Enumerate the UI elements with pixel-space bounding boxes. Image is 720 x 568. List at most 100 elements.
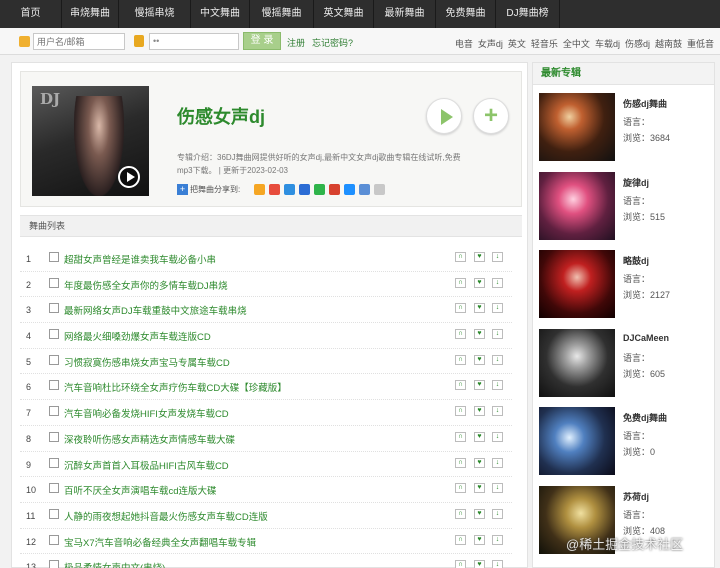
tag-link[interactable]: 轻音乐 xyxy=(531,37,558,50)
listen-icon[interactable]: ∩ xyxy=(455,431,466,442)
tag-link[interactable]: 越南鼓 xyxy=(655,37,682,50)
play-all-button[interactable] xyxy=(426,98,462,134)
nav-item-medley[interactable]: 串烧舞曲 xyxy=(62,0,119,28)
album-item-title[interactable]: 旋律dj xyxy=(623,176,649,189)
latest-album-item[interactable]: 略鼓dj 语言： 浏览：2127 xyxy=(539,250,715,322)
download-icon[interactable]: ↓ xyxy=(492,406,503,417)
tag-link[interactable]: 车载dj xyxy=(595,37,620,50)
song-title-link[interactable]: 汽车音响必备发烧HIFI女声发烧车载CD xyxy=(64,406,229,420)
download-icon[interactable]: ↓ xyxy=(492,560,503,568)
share-site-icon[interactable] xyxy=(344,184,356,195)
password-input[interactable]: •• xyxy=(149,33,239,50)
album-item-title[interactable]: 伤感dj舞曲 xyxy=(623,97,667,110)
album-cover[interactable]: DJ xyxy=(32,86,149,196)
latest-album-item[interactable]: 伤感dj舞曲 语言： 浏览：3684 xyxy=(539,93,715,165)
album-thumbnail[interactable] xyxy=(539,328,615,397)
song-checkbox[interactable] xyxy=(49,483,59,494)
add-button[interactable]: + xyxy=(473,98,509,134)
favorite-icon[interactable]: ♥ xyxy=(474,534,485,545)
song-title-link[interactable]: 极品柔情女声中文(串烧) xyxy=(64,560,165,568)
tag-link[interactable]: 英文 xyxy=(508,37,526,50)
album-thumbnail[interactable] xyxy=(539,171,615,240)
download-icon[interactable]: ↓ xyxy=(492,457,503,468)
nav-item-latest[interactable]: 最新舞曲 xyxy=(374,0,436,28)
song-title-link[interactable]: 网络最火细嗓劲爆女声车载连版CD xyxy=(64,329,211,343)
latest-album-item[interactable]: 免费dj舞曲 语言： 浏览：0 xyxy=(539,407,715,479)
login-button[interactable]: 登 录 xyxy=(243,32,281,50)
tag-link[interactable]: 女声dj xyxy=(478,37,503,50)
nav-item-home[interactable]: 首页 xyxy=(0,0,62,28)
album-item-title[interactable]: 免费dj舞曲 xyxy=(623,411,667,424)
favorite-icon[interactable]: ♥ xyxy=(474,380,485,391)
share-site-icon[interactable] xyxy=(374,184,386,195)
song-title-link[interactable]: 深夜聆听伤感女声精选女声情感车载大碟 xyxy=(64,432,235,446)
song-checkbox[interactable] xyxy=(49,252,59,262)
download-icon[interactable]: ↓ xyxy=(492,508,503,519)
listen-icon[interactable]: ∩ xyxy=(455,508,466,519)
song-title-link[interactable]: 宝马X7汽车音响必备经典全女声翻唱车载专辑 xyxy=(64,535,256,549)
favorite-icon[interactable]: ♥ xyxy=(474,431,485,442)
song-checkbox[interactable] xyxy=(49,277,59,288)
share-plus-icon[interactable]: + xyxy=(177,184,188,195)
album-item-title[interactable]: 略鼓dj xyxy=(623,254,649,267)
nav-item-chinese[interactable]: 中文舞曲 xyxy=(191,0,250,28)
album-thumbnail[interactable] xyxy=(539,407,615,475)
song-title-link[interactable]: 最新网络女声DJ车载重鼓中文旅途车载串烧 xyxy=(64,303,247,317)
share-site-icon[interactable] xyxy=(284,184,296,195)
download-icon[interactable]: ↓ xyxy=(492,329,503,340)
album-item-title[interactable]: 苏荷dj xyxy=(623,490,649,503)
cover-play-icon[interactable] xyxy=(118,166,140,188)
song-checkbox[interactable] xyxy=(49,534,59,545)
song-checkbox[interactable] xyxy=(49,406,59,417)
share-site-icon[interactable] xyxy=(359,184,371,195)
listen-icon[interactable]: ∩ xyxy=(455,277,466,288)
favorite-icon[interactable]: ♥ xyxy=(474,508,485,519)
download-icon[interactable]: ↓ xyxy=(492,380,503,391)
favorite-icon[interactable]: ♥ xyxy=(474,406,485,417)
song-checkbox[interactable] xyxy=(49,329,59,340)
listen-icon[interactable]: ∩ xyxy=(455,406,466,417)
latest-album-item[interactable]: DJCaMeen 语言： 浏览：605 xyxy=(539,328,715,401)
album-thumbnail[interactable] xyxy=(539,93,615,161)
song-title-link[interactable]: 汽车音响杜比环绕全女声疗伤车载CD大碟【珍藏版】 xyxy=(64,380,287,394)
username-input[interactable] xyxy=(33,33,125,50)
listen-icon[interactable]: ∩ xyxy=(455,329,466,340)
listen-icon[interactable]: ∩ xyxy=(455,380,466,391)
album-thumbnail[interactable] xyxy=(539,250,615,318)
song-checkbox[interactable] xyxy=(49,508,59,519)
share-site-icon[interactable] xyxy=(269,184,281,195)
share-site-icon[interactable] xyxy=(314,184,326,195)
download-icon[interactable]: ↓ xyxy=(492,252,503,262)
album-item-title[interactable]: DJCaMeen xyxy=(623,333,669,343)
forgot-password-link[interactable]: 忘记密码? xyxy=(312,36,353,49)
download-icon[interactable]: ↓ xyxy=(492,277,503,288)
nav-item-slow-medley[interactable]: 慢摇串烧 xyxy=(119,0,191,28)
favorite-icon[interactable]: ♥ xyxy=(474,303,485,314)
download-icon[interactable]: ↓ xyxy=(492,354,503,365)
download-icon[interactable]: ↓ xyxy=(492,483,503,494)
song-checkbox[interactable] xyxy=(49,380,59,391)
nav-item-english[interactable]: 英文舞曲 xyxy=(314,0,374,28)
song-title-link[interactable]: 沉醉女声首首入耳极品HIFI古风车载CD xyxy=(64,458,229,472)
share-site-icon[interactable] xyxy=(329,184,341,195)
song-checkbox[interactable] xyxy=(49,457,59,468)
download-icon[interactable]: ↓ xyxy=(492,534,503,545)
favorite-icon[interactable]: ♥ xyxy=(474,457,485,468)
song-title-link[interactable]: 习惯寂寞伤感串烧女声宝马专属车载CD xyxy=(64,355,230,369)
listen-icon[interactable]: ∩ xyxy=(455,534,466,545)
song-checkbox[interactable] xyxy=(49,354,59,365)
nav-item-chart[interactable]: DJ舞曲榜 xyxy=(496,0,560,28)
tag-link[interactable]: 全中文 xyxy=(563,37,590,50)
song-title-link[interactable]: 百听不厌全女声演唱车载cd连版大碟 xyxy=(64,483,217,497)
latest-album-item[interactable]: 旋律dj 语言： 浏览：515 xyxy=(539,171,715,244)
song-checkbox[interactable] xyxy=(49,431,59,442)
tag-link[interactable]: 电音 xyxy=(455,37,473,50)
nav-item-slow[interactable]: 慢摇舞曲 xyxy=(250,0,314,28)
favorite-icon[interactable]: ♥ xyxy=(474,560,485,568)
tag-link[interactable]: 重低音 xyxy=(687,37,714,50)
tag-link[interactable]: 伤感dj xyxy=(625,37,650,50)
listen-icon[interactable]: ∩ xyxy=(455,303,466,314)
download-icon[interactable]: ↓ xyxy=(492,303,503,314)
favorite-icon[interactable]: ♥ xyxy=(474,354,485,365)
listen-icon[interactable]: ∩ xyxy=(455,483,466,494)
